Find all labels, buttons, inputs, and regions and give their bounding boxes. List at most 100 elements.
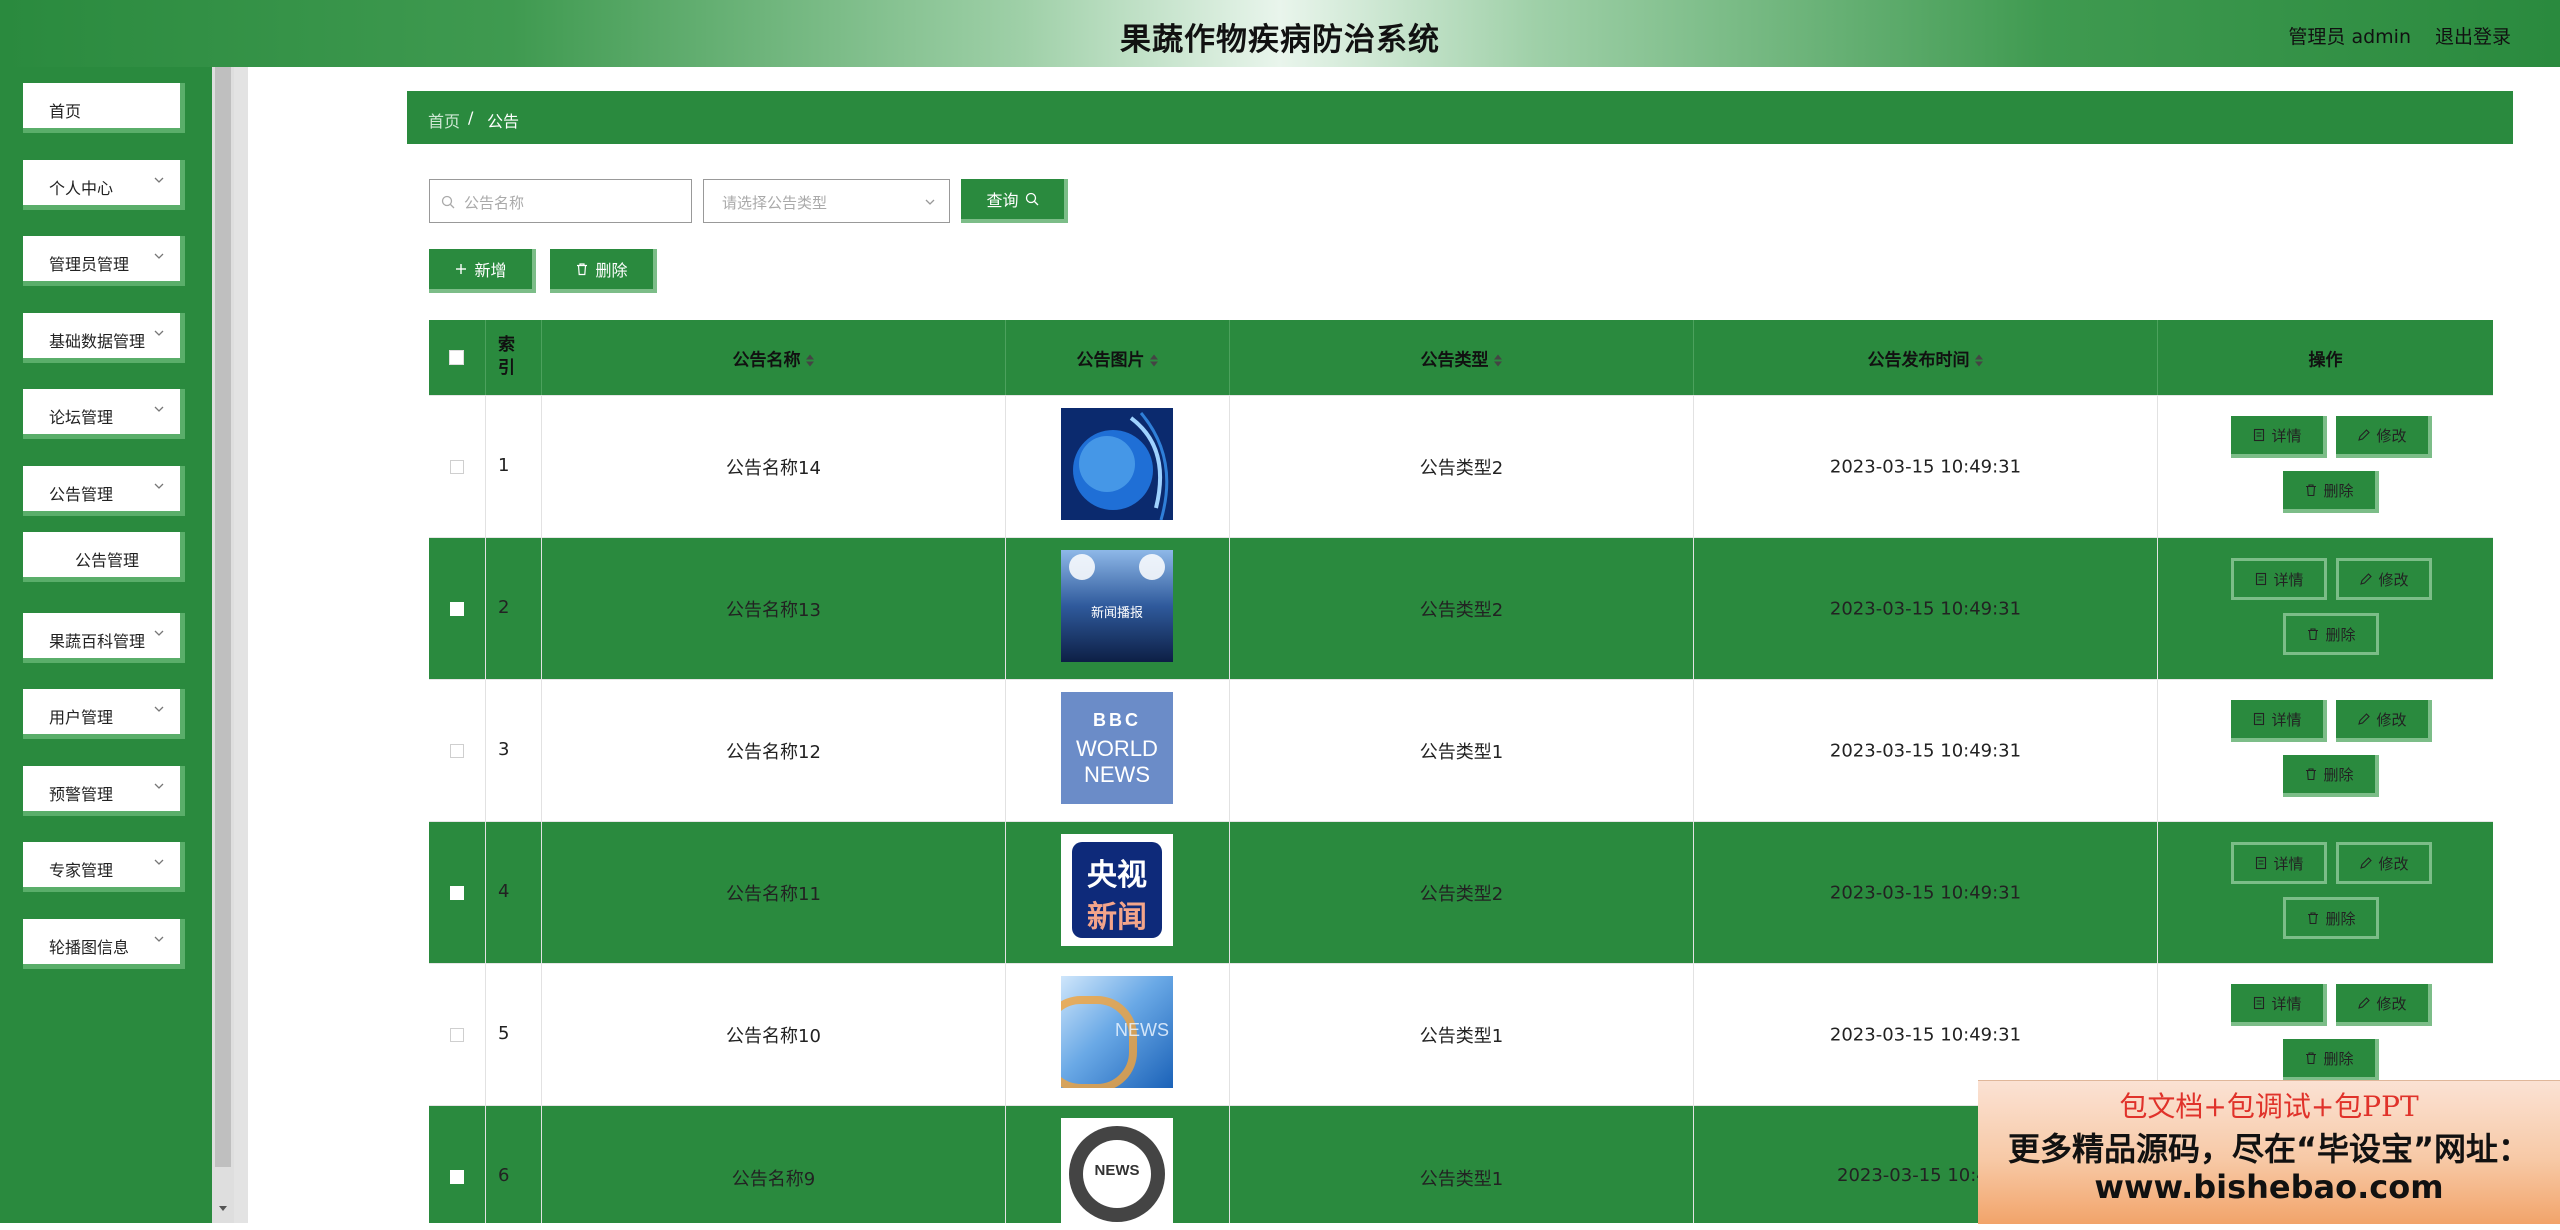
row-notice-type: 公告类型1 [1419,1025,1504,1047]
header-notice-name[interactable]: 公告名称 [541,320,1005,395]
promo-url[interactable]: www.bishebao.com [1978,1168,2560,1206]
document-icon [2254,428,2265,442]
detail-label: 详情 [2273,570,2304,589]
table-header: 索引 公告名称 公告图片 公告类型 公告发布时间 操作 [429,320,2493,395]
detail-button[interactable]: 详情 [2231,700,2327,742]
sidebar-item-personal-center[interactable]: 个人中心 [23,160,185,210]
trash-icon [2308,628,2319,641]
sidebar-item-label: 预警管理 [49,785,114,804]
sidebar-item-admin-management[interactable]: 管理员管理 [23,236,185,286]
row-notice-type: 公告类型1 [1419,741,1504,763]
chevron-down-icon [154,483,164,489]
edit-button[interactable]: 修改 [2336,416,2432,458]
sidebar-item-forum-management[interactable]: 论坛管理 [23,389,185,439]
header-publish-time[interactable]: 公告发布时间 [1693,320,2157,395]
cctv-news-logo: 央视 新闻 [1061,834,1173,946]
edit-label: 修改 [2376,710,2407,729]
chevron-down-icon [154,859,164,865]
edit-button[interactable]: 修改 [2336,700,2432,742]
bbc-logo-text: BBC [1093,710,1141,730]
sidebar-item-label: 轮播图信息 [49,938,130,957]
row-publish-time: 2023-03-15 10:49:31 [1829,456,2022,477]
table-row: 4 公告名称11 央视 新闻 公告类型2 2023-03-15 10:49:31… [429,821,2493,963]
table-row: 1 公告名称14 公告类型2 2023-03-15 10:49:31 详情 修改… [429,395,2493,537]
edit-button[interactable]: 修改 [2336,842,2432,884]
batch-delete-button[interactable]: 删除 [550,249,657,293]
logout-link[interactable]: 退出登录 [2435,22,2511,49]
header-name-label: 公告名称 [732,350,801,370]
sidebar-item-expert-management[interactable]: 专家管理 [23,842,185,892]
row-notice-name: 公告名称13 [726,599,821,621]
sidebar-item-label: 果蔬百科管理 [49,632,146,651]
sort-icon[interactable] [1149,352,1159,368]
delete-button[interactable]: 删除 [2283,897,2379,939]
notice-name-placeholder: 公告名称 [464,194,525,212]
detail-button[interactable]: 详情 [2231,984,2327,1026]
notice-name-search-input[interactable]: 公告名称 [429,179,692,223]
row-checkbox[interactable] [450,1028,464,1042]
sidebar-scrollbar-thumb[interactable] [215,67,231,1167]
news-globe-icon-image: NEWS [1061,1118,1173,1230]
row-publish-time: 2023-03-15 10:49:31 [1829,740,2022,761]
row-checkbox[interactable] [450,460,464,474]
delete-label: 删除 [2325,909,2356,928]
sidebar-item-base-data-management[interactable]: 基础数据管理 [23,313,185,363]
edit-button[interactable]: 修改 [2336,984,2432,1026]
sidebar-item-label: 基础数据管理 [49,332,146,351]
sidebar-item-label: 个人中心 [49,179,114,198]
row-index: 4 [498,881,510,902]
delete-button[interactable]: 删除 [2283,1039,2379,1081]
sidebar-item-warning-management[interactable]: 预警管理 [23,766,185,816]
add-button[interactable]: 新增 [429,249,536,293]
detail-label: 详情 [2271,994,2302,1013]
delete-button[interactable]: 删除 [2283,613,2379,655]
promo-line-1: 包文档+包调试+包PPT [2119,1090,2419,1123]
sort-icon[interactable] [1974,352,1984,368]
row-notice-name: 公告名称11 [726,883,821,905]
news-image-text: NEWS [1115,1020,1169,1040]
table-row: 3 公告名称12 BBC WORLD NEWS 公告类型1 2023-03-15… [429,679,2493,821]
row-checkbox[interactable] [450,1170,464,1184]
row-checkbox[interactable] [450,602,464,616]
sort-icon[interactable] [805,352,815,368]
edit-pencil-icon [2358,429,2371,441]
sidebar-item-notice-management[interactable]: 公告管理 [23,466,185,516]
delete-button[interactable]: 删除 [2283,755,2379,797]
header-index-label: 索引 [498,335,515,378]
edit-button[interactable]: 修改 [2336,558,2432,600]
row-checkbox[interactable] [450,744,464,758]
sidebar-item-carousel-info[interactable]: 轮播图信息 [23,919,185,969]
sidebar-item-home[interactable]: 首页 [23,83,185,133]
detail-button[interactable]: 详情 [2231,558,2327,600]
breadcrumb-home[interactable]: 首页 [428,108,460,132]
delete-button[interactable]: 删除 [2283,471,2379,513]
delete-label: 删除 [2323,481,2354,500]
detail-button[interactable]: 详情 [2231,416,2327,458]
breadcrumb-current: 公告 [487,112,520,131]
header-index: 索引 [485,320,541,395]
sidebar-item-produce-encyclopedia[interactable]: 果蔬百科管理 [23,613,185,663]
chevron-down-icon [925,199,935,205]
detail-button[interactable]: 详情 [2231,842,2327,884]
query-button[interactable]: 查询 [961,179,1068,223]
header-notice-type[interactable]: 公告类型 [1229,320,1693,395]
select-all-checkbox[interactable] [449,350,464,365]
row-notice-name: 公告名称12 [726,741,821,763]
trash-icon [2308,912,2319,925]
scroll-down-arrow-icon[interactable] [217,1202,229,1214]
sidebar-item-label: 论坛管理 [49,408,114,427]
chevron-down-icon [154,936,164,942]
sidebar-item-label: 公告管理 [75,551,140,570]
promo-line-2: 更多精品源码，尽在“毕设宝”网址： [2007,1130,2531,1168]
bbc-world-news-logo: BBC WORLD NEWS [1061,692,1173,804]
row-publish-time: 2023-03-15 10:4 [1837,1165,1988,1186]
sidebar-subitem-notice-management[interactable]: 公告管理 [23,532,185,582]
row-checkbox[interactable] [450,886,464,900]
sidebar-item-user-management[interactable]: 用户管理 [23,689,185,739]
notice-type-select[interactable]: 请选择公告类型 [703,179,950,223]
sort-icon[interactable] [1493,352,1503,368]
edit-pencil-icon [2358,713,2371,725]
row-publish-time: 2023-03-15 10:49:31 [1829,882,2022,903]
header-notice-image[interactable]: 公告图片 [1005,320,1229,395]
row-notice-name: 公告名称9 [731,1169,816,1190]
